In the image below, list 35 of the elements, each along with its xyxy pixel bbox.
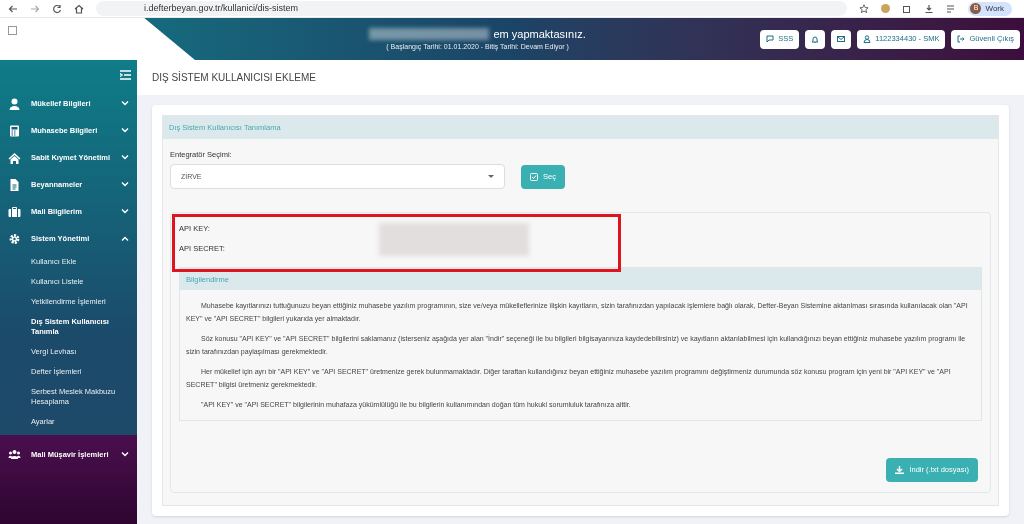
download-icon[interactable]	[924, 3, 935, 14]
house-icon	[8, 151, 21, 164]
person-icon	[8, 97, 21, 110]
bell-icon	[811, 35, 820, 43]
menu-icon[interactable]	[120, 70, 131, 80]
mail-icon	[837, 35, 846, 43]
chevron-icon	[121, 182, 129, 187]
calculator-icon	[8, 124, 21, 137]
broken-image-icon	[8, 26, 17, 35]
star-icon[interactable]	[859, 3, 870, 14]
check-square-icon	[530, 172, 538, 181]
chevron-icon	[121, 101, 129, 106]
address-bar[interactable]: i.defterbeyan.gov.tr/kullanici/dis-sistem	[96, 1, 848, 16]
settings-icon	[8, 232, 21, 245]
mail-button[interactable]	[831, 29, 852, 49]
dropdown-caret-icon	[488, 175, 494, 179]
bell-button[interactable]	[805, 29, 826, 49]
chat-icon	[766, 35, 775, 43]
chevron-icon	[121, 209, 129, 214]
reload-icon[interactable]	[52, 3, 62, 14]
logout-icon	[957, 35, 966, 43]
page-title: DIŞ SİSTEM KULLANICISI EKLEME	[152, 70, 316, 85]
header-title: em yapmaktasınız.	[493, 26, 586, 42]
chevron-icon	[121, 128, 129, 133]
chevron-icon	[121, 155, 129, 160]
chevron-icon	[121, 236, 129, 241]
user-icon	[863, 35, 872, 43]
download-icon	[895, 466, 905, 474]
people-icon	[8, 448, 21, 461]
document-icon	[8, 178, 21, 191]
home-icon[interactable]	[74, 3, 84, 14]
back-icon[interactable]	[8, 3, 18, 14]
chevron-icon	[121, 452, 129, 457]
briefcase-icon	[8, 205, 21, 218]
profile-label: Work	[985, 2, 1004, 15]
